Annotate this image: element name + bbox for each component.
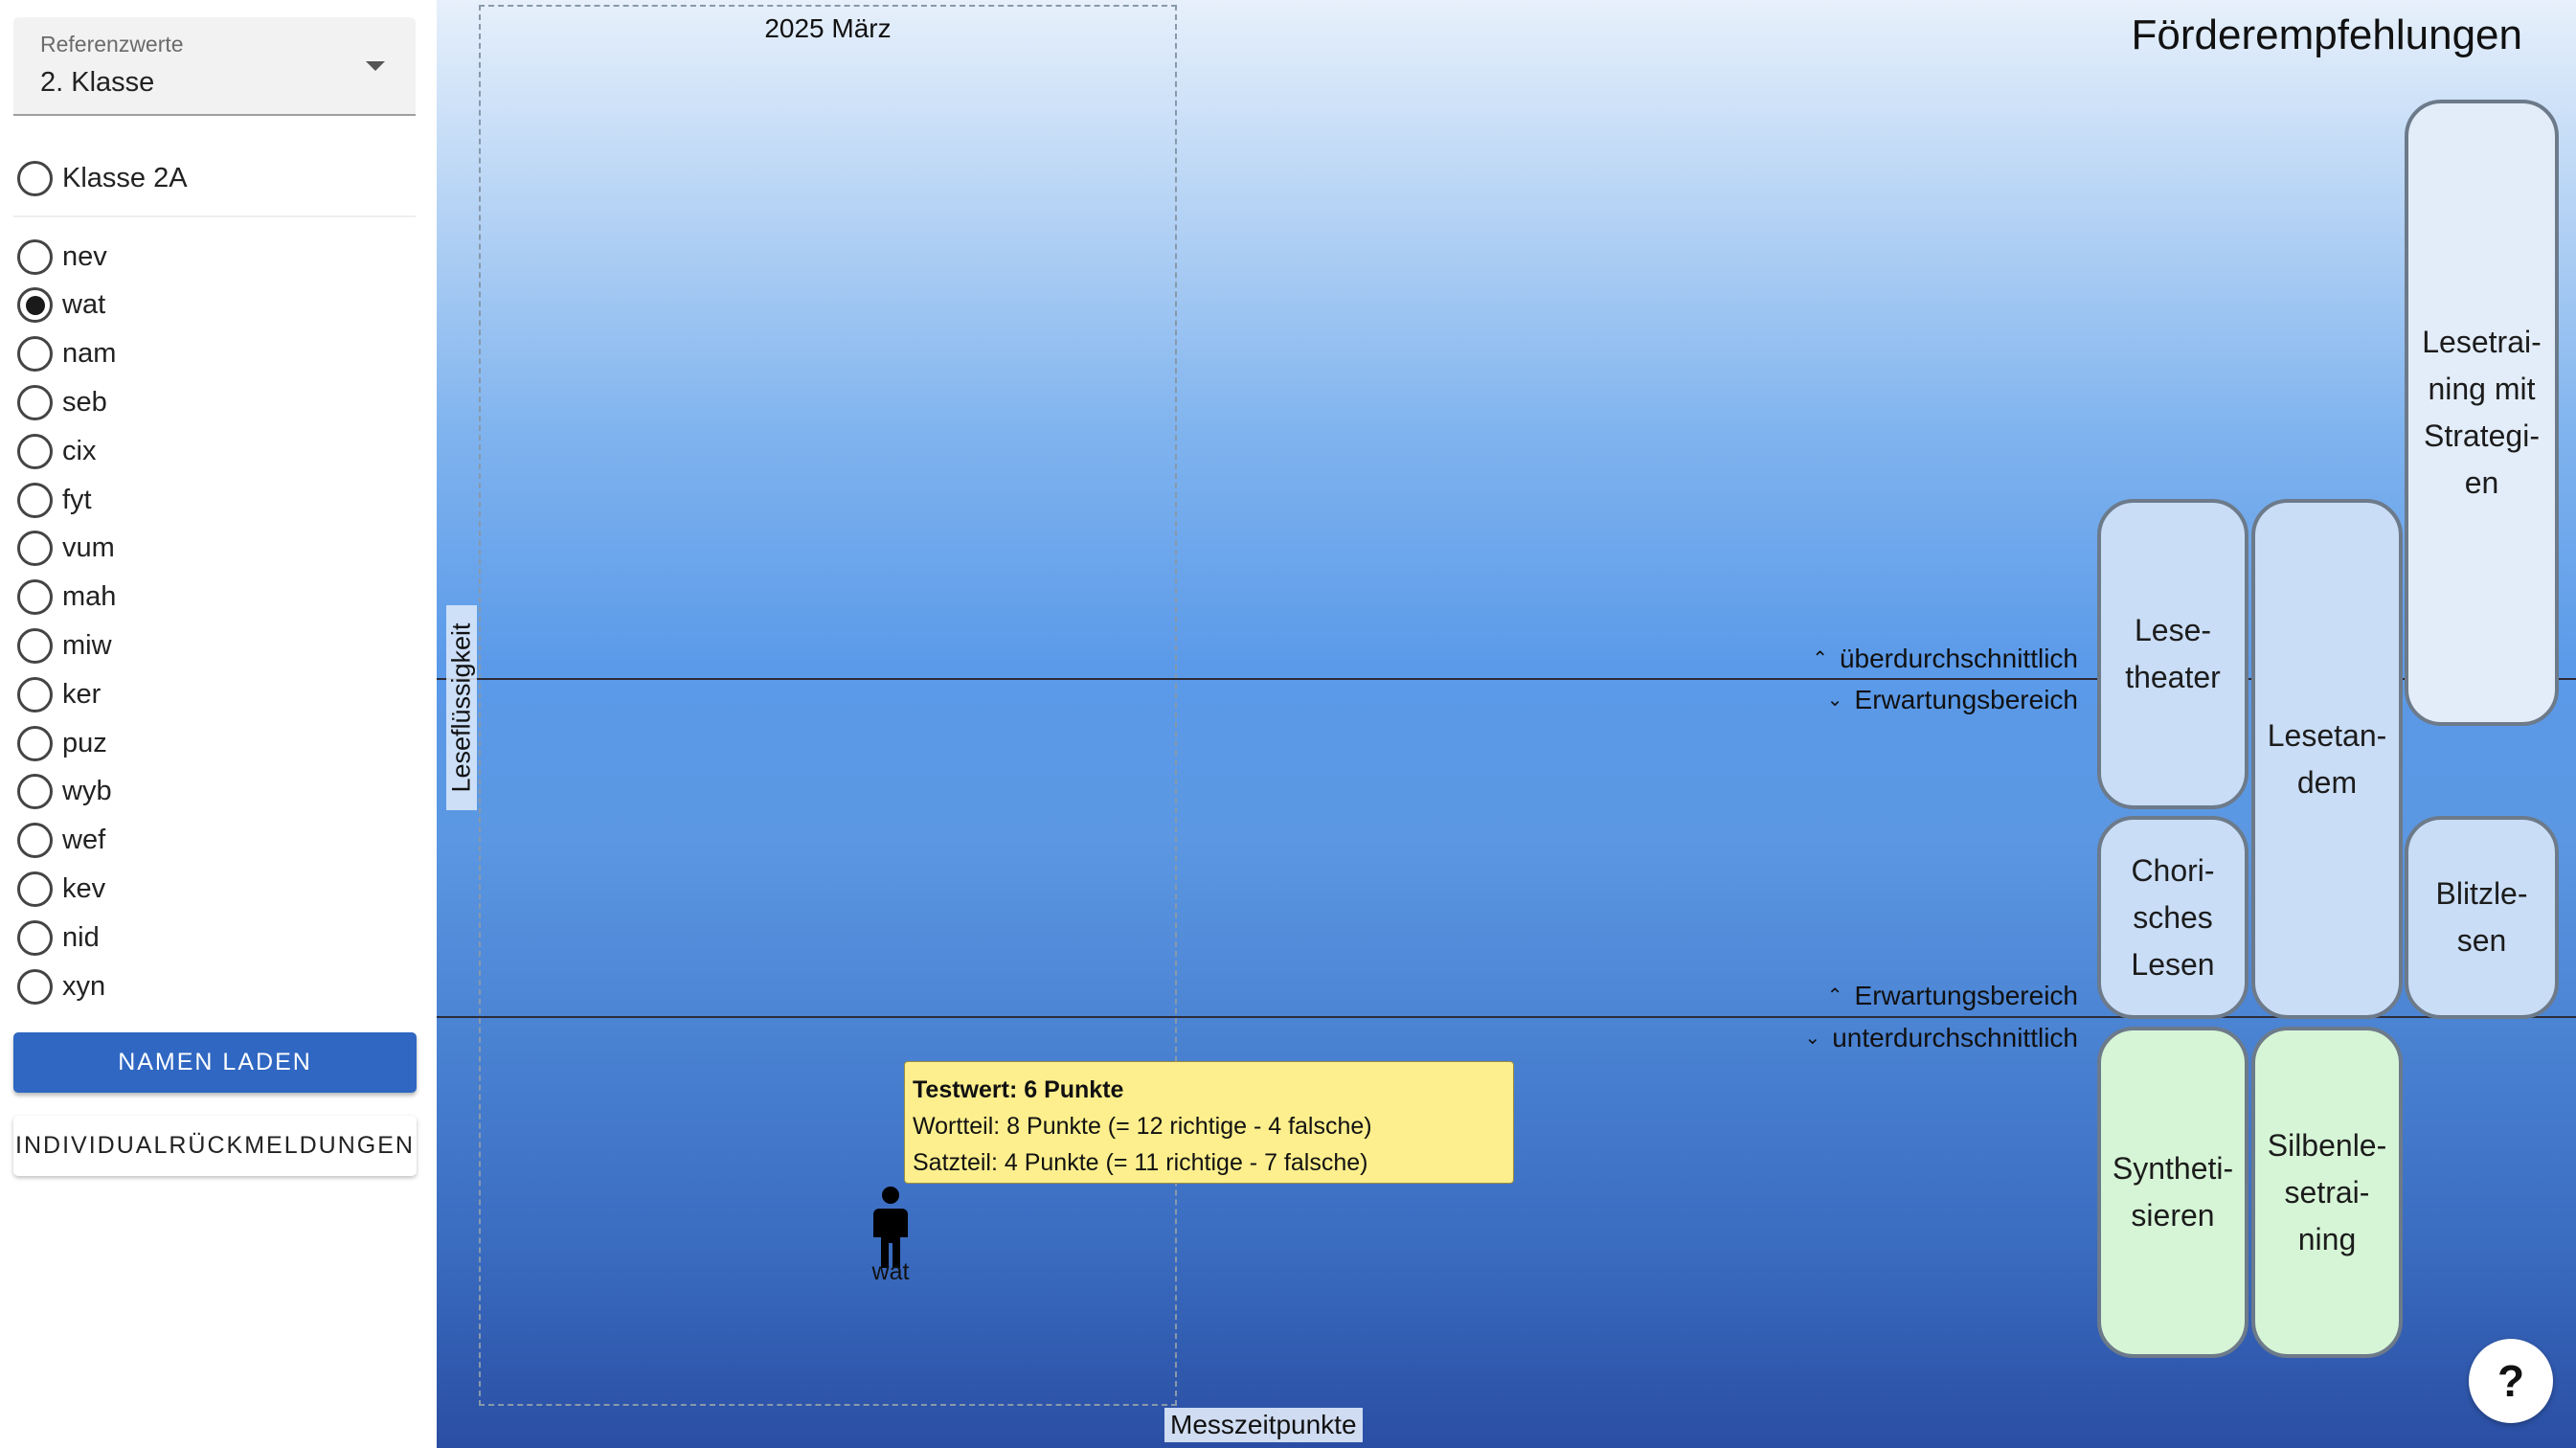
radio-icon[interactable]: [17, 968, 53, 1005]
score-tooltip: Testwert: 6 Punkte Wortteil: 8 Punkte (=…: [904, 1061, 1514, 1184]
y-axis-label: Leseflüssigkeit: [446, 605, 477, 810]
radio-student-nev[interactable]: nev: [17, 236, 107, 278]
radio-icon[interactable]: [17, 627, 53, 664]
zone-label-below-lower: ⌄ unterdurchschnittlich: [1804, 1023, 2078, 1052]
radio-icon[interactable]: [17, 823, 53, 859]
radio-class-2a[interactable]: Klasse 2A: [17, 157, 188, 199]
lower-threshold-line: [437, 1016, 2576, 1018]
x-axis-label: Messzeitpunkte: [1164, 1408, 1363, 1442]
radio-icon[interactable]: [17, 774, 53, 810]
measurement-window-label: 2025 März: [764, 13, 892, 43]
chevron-up-icon: ⌃: [1826, 985, 1843, 1007]
radio-icon[interactable]: [17, 919, 53, 956]
radio-student-cix[interactable]: cix: [17, 430, 96, 472]
card-synthetisieren[interactable]: Syntheti- sieren: [2097, 1027, 2248, 1358]
zone-label-above-lower: ⌃ Erwartungsbereich: [1826, 981, 2078, 1010]
radio-student-wat[interactable]: wat: [17, 284, 105, 327]
radio-student-vum[interactable]: vum: [17, 528, 115, 570]
radio-label: wef: [62, 825, 106, 856]
radio-label: fyt: [62, 484, 92, 515]
radio-label: mah: [62, 581, 117, 613]
radio-label: nam: [62, 338, 117, 370]
reference-select[interactable]: Referenzwerte 2. Klasse: [13, 17, 416, 116]
radio-icon[interactable]: [17, 384, 53, 420]
radio-label: kev: [62, 872, 106, 904]
card-silbenlesetraining[interactable]: Silbenle- setrai- ning: [2251, 1027, 2403, 1358]
radio-label: xyn: [62, 970, 106, 1002]
radio-label: ker: [62, 678, 102, 710]
radio-student-fyt[interactable]: fyt: [17, 479, 92, 521]
radio-label: cix: [62, 435, 97, 466]
student-marker-label: wat: [871, 1258, 910, 1285]
tooltip-line-sentence: Satzteil: 4 Punkte (= 11 richtige - 7 fa…: [913, 1149, 1368, 1176]
chevron-up-icon: ⌃: [1812, 648, 1828, 669]
tooltip-title: Testwert: 6 Punkte: [913, 1076, 1124, 1103]
radio-label: miw: [62, 629, 112, 661]
radio-label: nev: [62, 240, 107, 272]
help-button[interactable]: ?: [2469, 1339, 2553, 1423]
radio-label: wat: [62, 289, 106, 321]
radio-icon[interactable]: [17, 160, 53, 196]
measurement-window[interactable]: [479, 5, 1177, 1406]
radio-icon[interactable]: [17, 238, 53, 275]
radio-icon[interactable]: [17, 676, 53, 713]
chevron-down-icon: ⌄: [1804, 1028, 1821, 1049]
divider: [13, 215, 416, 217]
radio-student-xyn[interactable]: xyn: [17, 965, 105, 1007]
card-lesetandem[interactable]: Lesetan- dem: [2251, 499, 2403, 1019]
recommendations-title: Förderempfehlungen: [2131, 11, 2522, 58]
radio-label: wyb: [62, 776, 112, 807]
radio-icon[interactable]: [17, 336, 53, 373]
radio-label: Klasse 2A: [62, 162, 188, 193]
radio-icon[interactable]: [17, 531, 53, 567]
radio-student-nam[interactable]: nam: [17, 333, 116, 375]
radio-label: seb: [62, 386, 107, 418]
radio-student-kev[interactable]: kev: [17, 868, 105, 910]
zone-label-below-upper: ⌄ Erwartungsbereich: [1826, 685, 2078, 714]
radio-icon[interactable]: [17, 433, 53, 469]
sidebar: Referenzwerte 2. Klasse Klasse 2A nev wat…: [0, 0, 437, 1448]
radio-label: nid: [62, 921, 100, 953]
load-names-button[interactable]: NAMEN LADEN: [13, 1032, 417, 1093]
radio-student-wyb[interactable]: wyb: [17, 771, 112, 813]
card-lesetraining-strategien[interactable]: Lesetrai- ning mit Strategi- en: [2405, 100, 2559, 726]
radio-icon[interactable]: [17, 871, 53, 907]
radio-student-puz[interactable]: puz: [17, 722, 107, 764]
radio-student-miw[interactable]: miw: [17, 624, 112, 667]
radio-label: puz: [62, 727, 107, 758]
individual-feedback-button[interactable]: INDIVIDUALRÜCKMELDUNGEN: [13, 1116, 417, 1176]
card-chorisches-lesen[interactable]: Chori- sches Lesen: [2097, 816, 2248, 1019]
radio-student-mah[interactable]: mah: [17, 577, 116, 619]
reference-select-label: Referenzwerte: [40, 32, 184, 57]
radio-icon[interactable]: [17, 482, 53, 518]
chevron-down-icon[interactable]: [366, 61, 385, 71]
reference-select-value: 2. Klasse: [40, 67, 155, 98]
radio-student-wef[interactable]: wef: [17, 820, 105, 862]
card-lesetheater[interactable]: Lese- theater: [2097, 499, 2248, 809]
radio-label: vum: [62, 532, 115, 564]
radio-checked-icon[interactable]: [17, 287, 53, 324]
tooltip-line-word: Wortteil: 8 Punkte (= 12 richtige - 4 fa…: [913, 1113, 1372, 1140]
radio-icon[interactable]: [17, 579, 53, 616]
radio-student-nid[interactable]: nid: [17, 916, 100, 959]
zone-label-above-upper: ⌃ überdurchschnittlich: [1812, 644, 2078, 673]
chevron-down-icon: ⌄: [1826, 690, 1843, 711]
chart-area: 2025 März ⌃ überdurchschnittlich ⌄ Erwar…: [437, 0, 2576, 1448]
radio-icon[interactable]: [17, 725, 53, 761]
card-blitzlesen[interactable]: Blitzle- sen: [2405, 816, 2559, 1019]
radio-student-seb[interactable]: seb: [17, 381, 107, 423]
radio-student-ker[interactable]: ker: [17, 673, 101, 715]
